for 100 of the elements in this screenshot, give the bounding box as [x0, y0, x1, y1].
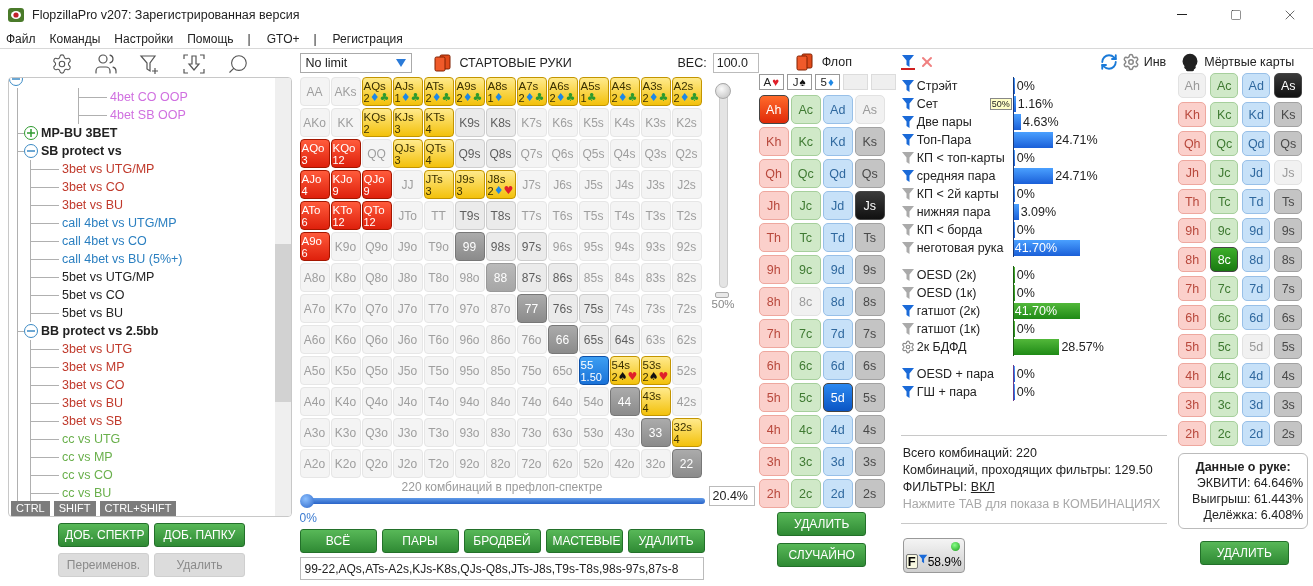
hand-cell[interactable]: 96o	[454, 325, 485, 354]
hand-cell[interactable]: A8s 1♦	[485, 77, 516, 106]
range-item[interactable]: 4bet SB OOP	[110, 108, 186, 122]
card-button[interactable]: 4c	[1210, 363, 1239, 388]
card-button[interactable]: 7s	[854, 319, 885, 348]
card-button[interactable]: 8h	[1178, 247, 1207, 272]
hand-cell[interactable]: 32o	[640, 449, 671, 478]
board-card-slot[interactable]: 5♦	[814, 74, 840, 90]
hand-cell[interactable]: 97o	[454, 294, 485, 323]
card-button[interactable]: As	[1274, 73, 1303, 98]
hand-cell[interactable]: K9s	[454, 108, 485, 137]
range-item[interactable]: cc vs CO	[62, 468, 113, 482]
hand-cell[interactable]: J2o	[392, 449, 423, 478]
hand-cell[interactable]: 96s	[547, 232, 578, 261]
card-button[interactable]: 8h	[758, 287, 789, 316]
card-button[interactable]: Qd	[822, 159, 853, 188]
slider-thumb[interactable]	[714, 83, 731, 99]
hand-cell[interactable]: 99	[454, 232, 485, 261]
hand-cell[interactable]: 43o	[609, 418, 640, 447]
hand-cell[interactable]: 52s	[671, 356, 702, 385]
hand-cell[interactable]: 63s	[640, 325, 671, 354]
range-item[interactable]: 3bet vs MP	[62, 360, 125, 374]
hand-cell[interactable]: K4o	[330, 387, 361, 416]
card-button[interactable]: Jd	[1242, 160, 1271, 185]
card-button[interactable]: 6h	[758, 351, 789, 380]
card-button[interactable]: Th	[1178, 189, 1207, 214]
card-button[interactable]: Ts	[854, 223, 885, 252]
hand-cell[interactable]: Q5s	[578, 139, 609, 168]
card-button[interactable]: 3h	[758, 447, 789, 476]
hand-cell[interactable]: 66	[547, 325, 578, 354]
card-button[interactable]: 6s	[854, 351, 885, 380]
hand-cell[interactable]: KK	[330, 108, 361, 137]
hand-cell[interactable]: J6s	[547, 170, 578, 199]
card-button[interactable]: 5c	[1210, 334, 1239, 359]
range-item[interactable]: 3bet vs BU	[62, 198, 124, 212]
hand-cell[interactable]: 75o	[516, 356, 547, 385]
hand-cell[interactable]: AQo 3	[299, 139, 330, 168]
card-button[interactable]: Th	[758, 223, 789, 252]
card-button[interactable]: Kh	[1178, 102, 1207, 127]
hand-cell[interactable]: Q5o	[361, 356, 392, 385]
card-button[interactable]: 7d	[1242, 276, 1271, 301]
range-item[interactable]: call 4bet vs CO	[62, 234, 147, 248]
hand-cell[interactable]: J9o	[392, 232, 423, 261]
hand-cell[interactable]: A5s 1♣	[578, 77, 609, 106]
card-button[interactable]: Td	[822, 223, 853, 252]
hand-cell[interactable]: 22	[671, 449, 702, 478]
hand-cell[interactable]: J9s 3	[454, 170, 485, 199]
hand-cell[interactable]: 65o	[547, 356, 578, 385]
hand-cell[interactable]: K6s	[547, 108, 578, 137]
card-button[interactable]: 2c	[1210, 421, 1239, 446]
hand-cell[interactable]: KTs 4	[423, 108, 454, 137]
card-button[interactable]: Jh	[758, 191, 789, 220]
hand-cell[interactable]: T2s	[671, 201, 702, 230]
card-button[interactable]: Qs	[854, 159, 885, 188]
hand-cell[interactable]: AKo	[299, 108, 330, 137]
range-item[interactable]: 4bet CO OOP	[110, 90, 188, 104]
card-button[interactable]: Jc	[790, 191, 821, 220]
card-button[interactable]: Jd	[822, 191, 853, 220]
hand-cell[interactable]: Q3o	[361, 418, 392, 447]
filter-icon[interactable]	[900, 223, 915, 237]
hand-cell[interactable]: QJo 9	[361, 170, 392, 199]
hand-cell[interactable]: 93s	[640, 232, 671, 261]
hand-cell[interactable]: J7o	[392, 294, 423, 323]
hand-cell[interactable]: T4s	[609, 201, 640, 230]
hand-cell[interactable]: 95s	[578, 232, 609, 261]
hand-cell[interactable]: 82o	[485, 449, 516, 478]
hand-cell[interactable]: 85o	[485, 356, 516, 385]
hand-cell[interactable]: K3o	[330, 418, 361, 447]
hand-cell[interactable]: QTs 4	[423, 139, 454, 168]
menu-item[interactable]: Регистрация	[332, 31, 403, 46]
hand-cell[interactable]: Q8s	[485, 139, 516, 168]
flop-button[interactable]: СЛУЧАЙНО	[777, 543, 867, 567]
tree-button[interactable]: ДОБ. ПАПКУ	[154, 523, 245, 547]
menu-item[interactable]: GTO+	[266, 31, 300, 46]
card-button[interactable]: Kc	[790, 127, 821, 156]
hand-cell[interactable]: 84o	[485, 387, 516, 416]
scrollbar[interactable]	[275, 78, 291, 516]
card-button[interactable]: 9h	[758, 255, 789, 284]
card-button[interactable]: 5h	[1178, 334, 1207, 359]
card-button[interactable]: 2h	[758, 479, 789, 508]
card-button[interactable]: Jh	[1178, 160, 1207, 185]
hand-cell[interactable]: 74s	[609, 294, 640, 323]
filters-toggle-link[interactable]: ВКЛ	[970, 480, 995, 494]
hand-cell[interactable]: 87o	[485, 294, 516, 323]
range-item[interactable]: 3bet vs UTG/MP	[62, 162, 155, 176]
menu-item[interactable]: Помощь	[187, 31, 234, 46]
card-button[interactable]: Tc	[790, 223, 821, 252]
hand-cell[interactable]: A7o	[299, 294, 330, 323]
hand-cell[interactable]: 55 1.50	[578, 356, 609, 385]
hand-cell[interactable]: K8o	[330, 263, 361, 292]
range-item[interactable]: cc vs UTG	[62, 432, 121, 446]
card-button[interactable]: 7c	[790, 319, 821, 348]
hand-cell[interactable]: 83o	[485, 418, 516, 447]
hand-cell[interactable]: A2s 2♦♣	[671, 77, 702, 106]
card-button[interactable]: 9c	[790, 255, 821, 284]
hand-cell[interactable]: KQo 12	[330, 139, 361, 168]
card-button[interactable]: 6c	[1210, 305, 1239, 330]
hand-cell[interactable]: 62o	[547, 449, 578, 478]
card-button[interactable]: 7c	[1210, 276, 1239, 301]
hand-cell[interactable]: 76s	[547, 294, 578, 323]
